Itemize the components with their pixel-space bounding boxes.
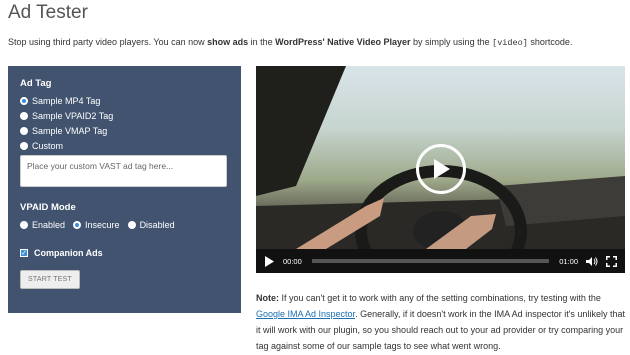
- ima-inspector-link[interactable]: Google IMA Ad Inspector: [256, 309, 355, 319]
- ad-tag-option-vpaid2[interactable]: Sample VPAID2 Tag: [20, 108, 229, 123]
- vpaid-option-enabled[interactable]: Enabled: [20, 220, 65, 230]
- ad-tag-option-vmap[interactable]: Sample VMAP Tag: [20, 123, 229, 138]
- page-description: Stop using third party video players. Yo…: [8, 37, 572, 48]
- radio-selected-icon[interactable]: [73, 221, 82, 229]
- desc-text: in the: [248, 37, 276, 47]
- duration: 01:00: [559, 256, 578, 266]
- vpaid-option-insecure[interactable]: Insecure: [73, 220, 120, 230]
- desc-bold-player: WordPress' Native Video Player: [275, 37, 411, 47]
- note-label: Note:: [256, 293, 279, 303]
- companion-ads-toggle[interactable]: ✓ Companion Ads: [20, 245, 229, 260]
- radio-icon[interactable]: [20, 126, 28, 135]
- option-label: Disabled: [139, 220, 175, 230]
- player-controls: 00:00 01:00: [256, 249, 625, 273]
- option-label: Sample MP4 Tag: [32, 95, 101, 106]
- ad-tag-heading: Ad Tag: [20, 78, 52, 89]
- radio-icon[interactable]: [127, 221, 136, 229]
- vpaid-mode-options: Enabled Insecure Disabled: [20, 217, 229, 233]
- shortcode: [video]: [492, 38, 528, 48]
- option-label: Sample VMAP Tag: [32, 125, 108, 136]
- vpaid-mode-heading: VPAID Mode: [20, 202, 76, 213]
- desc-bold-show-ads: show ads: [207, 37, 249, 47]
- volume-icon[interactable]: [586, 256, 598, 267]
- ad-tag-option-custom[interactable]: Custom: [20, 138, 229, 153]
- desc-text: by simply using the: [410, 37, 493, 47]
- ad-tag-option-mp4[interactable]: Sample MP4 Tag: [20, 93, 229, 108]
- radio-icon[interactable]: [20, 221, 28, 229]
- option-label: Insecure: [85, 220, 120, 230]
- play-overlay-button[interactable]: [416, 144, 466, 194]
- companion-ads-label: Companion Ads: [34, 247, 103, 258]
- progress-bar[interactable]: [311, 259, 550, 263]
- video-player[interactable]: 00:00 01:00: [256, 66, 625, 273]
- radio-selected-icon[interactable]: [20, 96, 28, 105]
- radio-icon[interactable]: [20, 141, 28, 150]
- note-text: Note: If you can't get it to work with a…: [256, 290, 626, 354]
- desc-text: Stop using third party video players. Yo…: [8, 37, 208, 47]
- custom-tag-textarea[interactable]: Place your custom VAST ad tag here...: [20, 155, 227, 187]
- start-test-button[interactable]: START TEST: [20, 270, 80, 289]
- option-label: Custom: [32, 140, 64, 151]
- current-time: 00:00: [283, 256, 302, 266]
- radio-icon[interactable]: [20, 111, 28, 120]
- option-label: Enabled: [32, 220, 66, 230]
- fullscreen-icon[interactable]: [606, 255, 617, 267]
- play-icon[interactable]: [264, 255, 274, 267]
- vpaid-option-disabled[interactable]: Disabled: [127, 220, 175, 230]
- desc-text: shortcode.: [527, 37, 573, 47]
- note-body: If you can't get it to work with any of …: [279, 293, 601, 303]
- settings-panel: Ad Tag Sample MP4 Tag Sample VPAID2 Tag …: [8, 66, 241, 313]
- play-icon: [434, 159, 450, 179]
- page-title: Ad Tester: [8, 2, 88, 23]
- textarea-placeholder: Place your custom VAST ad tag here...: [27, 161, 174, 171]
- option-label: Sample VPAID2 Tag: [32, 110, 114, 121]
- checkbox-checked-icon[interactable]: ✓: [20, 248, 28, 257]
